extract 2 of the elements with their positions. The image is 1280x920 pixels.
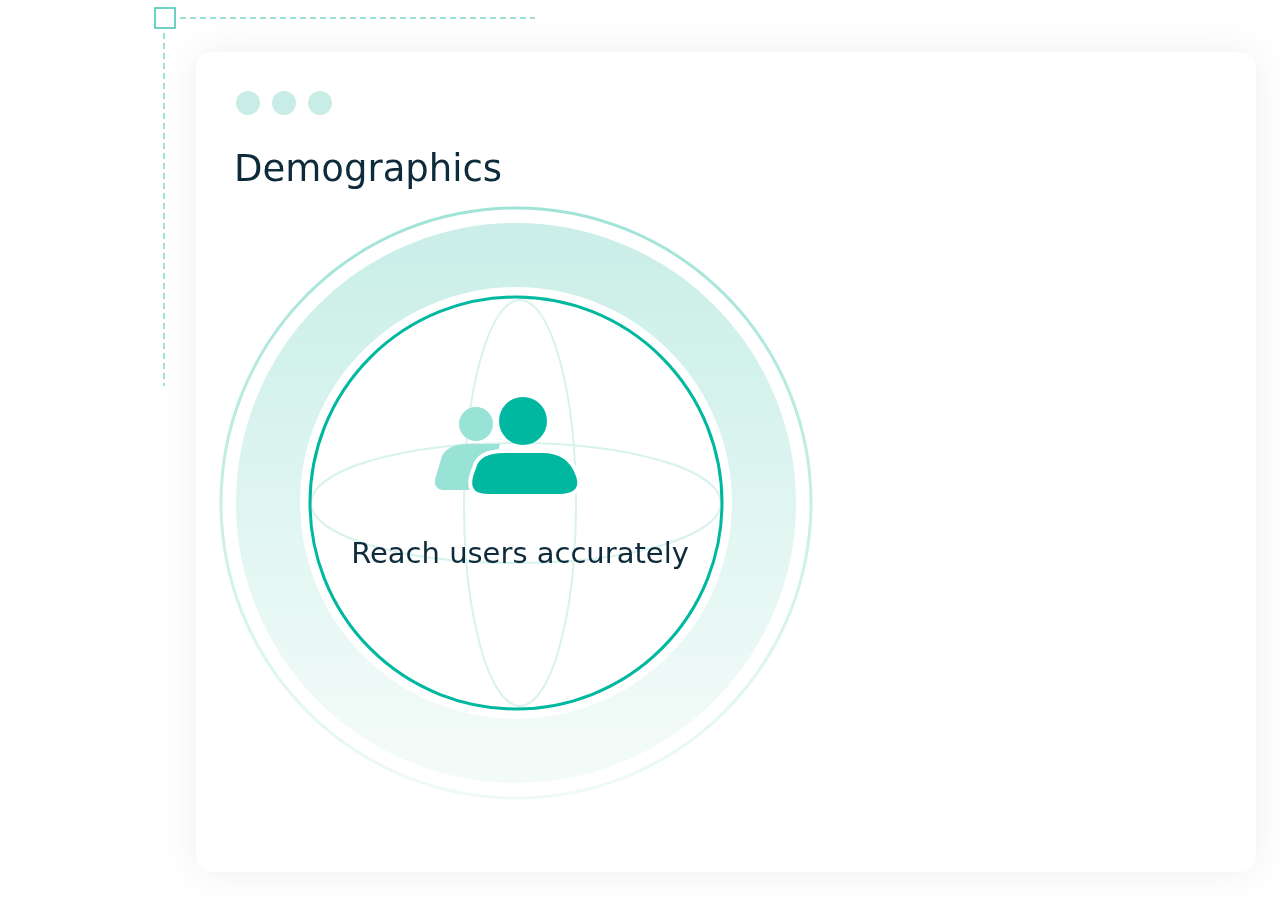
card-title: Demographics bbox=[234, 146, 503, 192]
caption-text: Reach users accurately bbox=[350, 535, 689, 572]
